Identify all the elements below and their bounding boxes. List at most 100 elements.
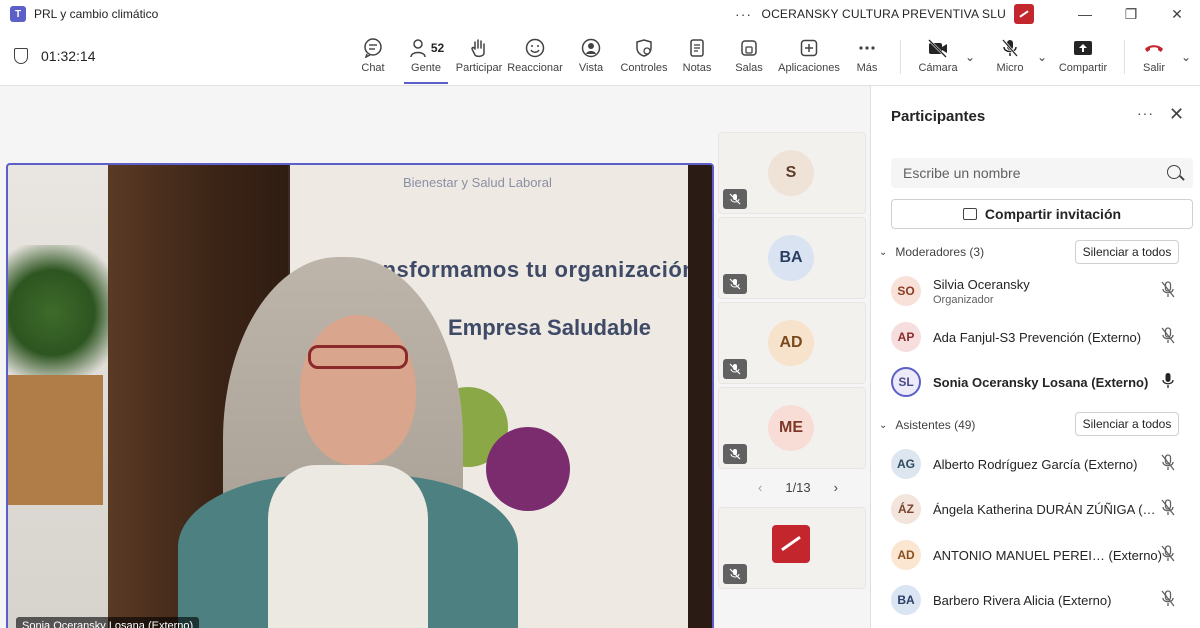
hand-icon bbox=[469, 36, 489, 60]
chevron-down-icon: ⌄ bbox=[879, 419, 888, 431]
tile-avatar: S bbox=[768, 150, 814, 196]
org-logo-avatar bbox=[772, 525, 810, 563]
window-title: PRL y cambio climático bbox=[34, 7, 159, 21]
people-icon: 52 bbox=[408, 36, 444, 60]
muted-mic-icon bbox=[723, 274, 747, 294]
camera-button[interactable]: Cámara bbox=[918, 36, 958, 82]
mute-all-moderators-button[interactable]: Silenciar a todos bbox=[1075, 240, 1179, 264]
participant-row[interactable]: AP Ada Fanjul-S3 Prevención (Externo) bbox=[891, 315, 1196, 359]
org-logo[interactable] bbox=[1014, 4, 1034, 24]
moderators-section-toggle[interactable]: ⌄ Moderadores (3) bbox=[879, 245, 984, 259]
speaker-name-tag: Sonia Oceransky Losana (Externo) bbox=[16, 617, 200, 628]
more-label: Más bbox=[856, 62, 878, 74]
muted-mic-icon[interactable] bbox=[1160, 327, 1176, 345]
search-icon[interactable] bbox=[1167, 165, 1181, 179]
leave-button[interactable]: Salir bbox=[1140, 36, 1168, 82]
view-label: Vista bbox=[578, 62, 604, 74]
participant-row[interactable]: BA Barbero Rivera Alicia (Externo) bbox=[891, 578, 1196, 622]
banner-subslogan: Empresa Saludable bbox=[448, 315, 651, 340]
avatar: SL bbox=[891, 367, 921, 397]
chat-icon bbox=[363, 36, 383, 60]
participant-search-input[interactable]: Escribe un nombre bbox=[891, 158, 1193, 188]
controls-label: Controles bbox=[620, 62, 668, 74]
participant-tile[interactable]: AD bbox=[718, 302, 866, 384]
page-indicator: 1/13 bbox=[785, 480, 811, 495]
notes-icon bbox=[687, 36, 707, 60]
hang-up-icon bbox=[1143, 36, 1165, 60]
muted-mic-icon bbox=[723, 189, 747, 209]
dark-edge bbox=[688, 165, 712, 628]
leave-options-chevron-icon[interactable]: ⌄ bbox=[1181, 50, 1191, 64]
participant-name: Ángela Katherina DURÁN ZÚÑIGA (… bbox=[933, 501, 1156, 517]
participant-row[interactable]: AG Alberto Rodríguez García (Externo) bbox=[891, 442, 1196, 486]
avatar: SO bbox=[891, 276, 921, 306]
attendees-label: Asistentes (49) bbox=[895, 418, 976, 432]
participate-button[interactable]: Participar bbox=[456, 36, 502, 82]
participant-role: Organizador bbox=[933, 293, 994, 306]
react-button[interactable]: Reaccionar bbox=[507, 36, 563, 82]
mic-icon[interactable] bbox=[1160, 372, 1176, 390]
camera-options-chevron-icon[interactable]: ⌄ bbox=[965, 50, 975, 64]
controls-button[interactable]: Controles bbox=[620, 36, 668, 82]
share-invite-label: Compartir invitación bbox=[984, 206, 1122, 222]
share-screen-button[interactable]: Compartir bbox=[1058, 36, 1108, 82]
participant-row-speaking[interactable]: SL Sonia Oceransky Losana (Externo) bbox=[891, 360, 1196, 404]
muted-mic-icon[interactable] bbox=[1160, 590, 1176, 608]
avatar: ÁZ bbox=[891, 494, 921, 524]
close-window-button[interactable]: ✕ bbox=[1154, 0, 1200, 28]
rooms-button[interactable]: Salas bbox=[734, 36, 764, 82]
title-bar: T PRL y cambio climático ··· OCERANSKY C… bbox=[0, 0, 1200, 28]
participant-row[interactable]: AD ANTONIO MANUEL PEREI… (Externo) bbox=[891, 533, 1196, 577]
avatar: BA bbox=[891, 585, 921, 615]
participant-tile[interactable]: S bbox=[718, 132, 866, 214]
mic-options-chevron-icon[interactable]: ⌄ bbox=[1037, 50, 1047, 64]
view-icon bbox=[581, 36, 601, 60]
notes-button[interactable]: Notas bbox=[680, 36, 714, 82]
prev-page-icon[interactable]: ‹ bbox=[758, 480, 762, 495]
view-button[interactable]: Vista bbox=[574, 36, 608, 82]
participant-name: Ada Fanjul-S3 Prevención (Externo) bbox=[933, 329, 1142, 345]
next-page-icon[interactable]: › bbox=[834, 480, 838, 495]
share-screen-label: Compartir bbox=[1058, 62, 1108, 74]
shield-gear-icon bbox=[634, 36, 654, 60]
mute-all-attendees-button[interactable]: Silenciar a todos bbox=[1075, 412, 1179, 436]
rooms-label: Salas bbox=[735, 62, 763, 74]
more-button[interactable]: Más bbox=[852, 36, 882, 82]
chat-label: Chat bbox=[361, 62, 385, 74]
mic-button[interactable]: Micro bbox=[994, 36, 1026, 82]
avatar: AP bbox=[891, 322, 921, 352]
attendees-section-toggle[interactable]: ⌄ Asistentes (49) bbox=[879, 418, 975, 432]
org-name[interactable]: OCERANSKY CULTURA PREVENTIVA SLU bbox=[762, 7, 1006, 21]
participants-panel: Participantes ··· ✕ Escribe un nombre Co… bbox=[870, 86, 1200, 628]
muted-mic-icon bbox=[723, 564, 747, 584]
self-view-tile[interactable] bbox=[718, 507, 866, 589]
people-button[interactable]: 52 Gente bbox=[406, 36, 446, 82]
muted-mic-icon[interactable] bbox=[1160, 545, 1176, 563]
muted-mic-icon[interactable] bbox=[1160, 499, 1176, 517]
shield-icon bbox=[14, 48, 28, 64]
participate-label: Participar bbox=[455, 62, 503, 74]
participant-row[interactable]: SO Silvia Oceransky Organizador bbox=[891, 269, 1196, 313]
panel-more-icon[interactable]: ··· bbox=[1137, 105, 1154, 121]
more-icon[interactable]: ··· bbox=[732, 6, 756, 22]
people-count: 52 bbox=[430, 41, 445, 55]
apps-button[interactable]: Aplicaciones bbox=[778, 36, 840, 82]
active-tab-indicator bbox=[404, 82, 448, 84]
main-speaker-video[interactable]: Bienestar y Salud Laboral Transformamos … bbox=[6, 163, 714, 628]
muted-mic-icon[interactable] bbox=[1160, 281, 1176, 299]
participant-name: Sonia Oceransky Losana (Externo) bbox=[933, 374, 1149, 390]
minimize-button[interactable]: — bbox=[1062, 0, 1108, 28]
participant-tile[interactable]: BA bbox=[718, 217, 866, 299]
share-invite-button[interactable]: Compartir invitación bbox=[891, 199, 1193, 229]
ellipsis-icon bbox=[857, 36, 877, 60]
restore-button[interactable]: ❐ bbox=[1108, 0, 1154, 28]
moderators-label: Moderadores (3) bbox=[895, 245, 985, 259]
close-panel-icon[interactable]: ✕ bbox=[1169, 104, 1184, 125]
muted-mic-icon[interactable] bbox=[1160, 454, 1176, 472]
participant-row[interactable]: ÁZ Ángela Katherina DURÁN ZÚÑIGA (… bbox=[891, 487, 1196, 531]
chat-button[interactable]: Chat bbox=[356, 36, 390, 82]
participant-tile[interactable]: ME bbox=[718, 387, 866, 469]
tile-avatar: ME bbox=[768, 405, 814, 451]
speaker-glasses bbox=[308, 345, 408, 369]
tile-pager: ‹ 1/13 › bbox=[758, 480, 838, 495]
